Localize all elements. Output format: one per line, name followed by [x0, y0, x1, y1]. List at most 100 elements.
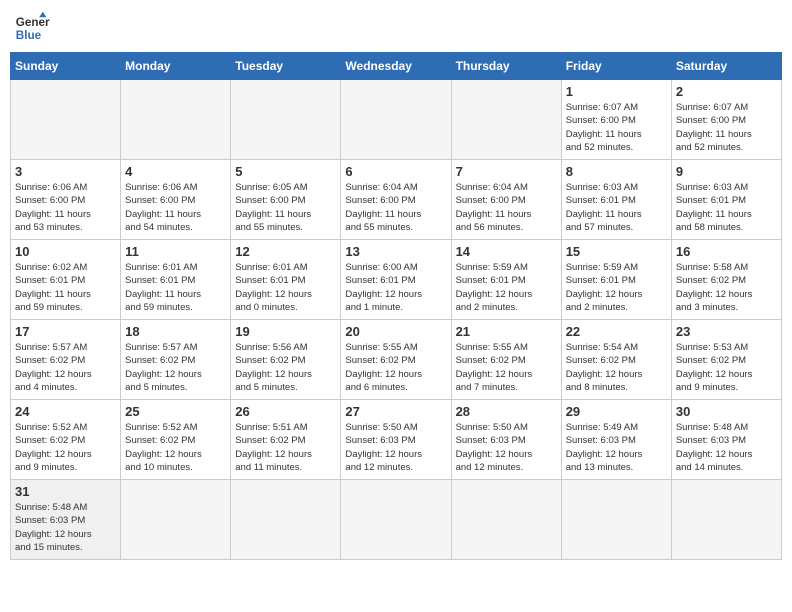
calendar-cell: 16Sunrise: 5:58 AM Sunset: 6:02 PM Dayli…: [671, 240, 781, 320]
day-number: 10: [15, 244, 116, 259]
day-header-friday: Friday: [561, 53, 671, 80]
day-number: 24: [15, 404, 116, 419]
logo-icon: General Blue: [14, 10, 50, 46]
calendar-week-row: 1Sunrise: 6:07 AM Sunset: 6:00 PM Daylig…: [11, 80, 782, 160]
day-number: 3: [15, 164, 116, 179]
day-number: 17: [15, 324, 116, 339]
calendar-cell: 14Sunrise: 5:59 AM Sunset: 6:01 PM Dayli…: [451, 240, 561, 320]
day-info: Sunrise: 5:50 AM Sunset: 6:03 PM Dayligh…: [456, 421, 557, 474]
day-info: Sunrise: 5:48 AM Sunset: 6:03 PM Dayligh…: [15, 501, 116, 554]
day-number: 15: [566, 244, 667, 259]
calendar-cell: [671, 480, 781, 560]
day-number: 23: [676, 324, 777, 339]
calendar-cell: [231, 80, 341, 160]
day-number: 18: [125, 324, 226, 339]
day-number: 20: [345, 324, 446, 339]
day-number: 31: [15, 484, 116, 499]
day-info: Sunrise: 6:00 AM Sunset: 6:01 PM Dayligh…: [345, 261, 446, 314]
day-info: Sunrise: 5:52 AM Sunset: 6:02 PM Dayligh…: [125, 421, 226, 474]
calendar-cell: 24 Sunrise: 5:52 AM Sunset: 6:02 PM Dayli…: [11, 400, 121, 480]
calendar-cell: 29 Sunrise: 5:49 AM Sunset: 6:03 PM Dayli…: [561, 400, 671, 480]
day-number: 22: [566, 324, 667, 339]
day-number: 2: [676, 84, 777, 99]
day-number: 21: [456, 324, 557, 339]
calendar-week-row: 24 Sunrise: 5:52 AM Sunset: 6:02 PM Dayli…: [11, 400, 782, 480]
calendar-cell: 6Sunrise: 6:04 AM Sunset: 6:00 PM Daylig…: [341, 160, 451, 240]
day-number: 4: [125, 164, 226, 179]
page-header: General Blue: [10, 10, 782, 46]
day-info: Sunrise: 5:58 AM Sunset: 6:02 PM Dayligh…: [676, 261, 777, 314]
day-number: 12: [235, 244, 336, 259]
day-info: Sunrise: 6:06 AM Sunset: 6:00 PM Dayligh…: [15, 181, 116, 234]
day-info: Sunrise: 5:50 AM Sunset: 6:03 PM Dayligh…: [345, 421, 446, 474]
day-info: Sunrise: 6:03 AM Sunset: 6:01 PM Dayligh…: [566, 181, 667, 234]
calendar-cell: 25 Sunrise: 5:52 AM Sunset: 6:02 PM Dayli…: [121, 400, 231, 480]
calendar-cell: 8 Sunrise: 6:03 AM Sunset: 6:01 PM Daylig…: [561, 160, 671, 240]
day-header-wednesday: Wednesday: [341, 53, 451, 80]
calendar-cell: 4 Sunrise: 6:06 AM Sunset: 6:00 PM Daylig…: [121, 160, 231, 240]
day-info: Sunrise: 5:55 AM Sunset: 6:02 PM Dayligh…: [456, 341, 557, 394]
calendar-cell: [451, 80, 561, 160]
day-info: Sunrise: 6:06 AM Sunset: 6:00 PM Dayligh…: [125, 181, 226, 234]
day-number: 7: [456, 164, 557, 179]
day-info: Sunrise: 6:05 AM Sunset: 6:00 PM Dayligh…: [235, 181, 336, 234]
day-number: 27: [345, 404, 446, 419]
day-number: 26: [235, 404, 336, 419]
day-header-saturday: Saturday: [671, 53, 781, 80]
calendar-cell: [561, 480, 671, 560]
day-info: Sunrise: 6:04 AM Sunset: 6:00 PM Dayligh…: [345, 181, 446, 234]
calendar-cell: [121, 480, 231, 560]
day-number: 13: [345, 244, 446, 259]
calendar-week-row: 10Sunrise: 6:02 AM Sunset: 6:01 PM Dayli…: [11, 240, 782, 320]
day-header-tuesday: Tuesday: [231, 53, 341, 80]
calendar-cell: [341, 80, 451, 160]
day-number: 19: [235, 324, 336, 339]
day-info: Sunrise: 5:52 AM Sunset: 6:02 PM Dayligh…: [15, 421, 116, 474]
calendar-header-row: SundayMondayTuesdayWednesdayThursdayFrid…: [11, 53, 782, 80]
day-info: Sunrise: 5:53 AM Sunset: 6:02 PM Dayligh…: [676, 341, 777, 394]
calendar-cell: 10Sunrise: 6:02 AM Sunset: 6:01 PM Dayli…: [11, 240, 121, 320]
day-number: 9: [676, 164, 777, 179]
calendar-week-row: 3 Sunrise: 6:06 AM Sunset: 6:00 PM Daylig…: [11, 160, 782, 240]
svg-text:General: General: [16, 16, 50, 29]
day-info: Sunrise: 6:03 AM Sunset: 6:01 PM Dayligh…: [676, 181, 777, 234]
day-info: Sunrise: 5:51 AM Sunset: 6:02 PM Dayligh…: [235, 421, 336, 474]
day-number: 1: [566, 84, 667, 99]
calendar-cell: 1Sunrise: 6:07 AM Sunset: 6:00 PM Daylig…: [561, 80, 671, 160]
calendar-cell: 9 Sunrise: 6:03 AM Sunset: 6:01 PM Daylig…: [671, 160, 781, 240]
day-info: Sunrise: 5:49 AM Sunset: 6:03 PM Dayligh…: [566, 421, 667, 474]
day-number: 28: [456, 404, 557, 419]
day-info: Sunrise: 5:54 AM Sunset: 6:02 PM Dayligh…: [566, 341, 667, 394]
calendar-cell: [231, 480, 341, 560]
calendar-cell: 27 Sunrise: 5:50 AM Sunset: 6:03 PM Dayli…: [341, 400, 451, 480]
calendar-cell: 11 Sunrise: 6:01 AM Sunset: 6:01 PM Dayli…: [121, 240, 231, 320]
calendar-cell: 15 Sunrise: 5:59 AM Sunset: 6:01 PM Dayli…: [561, 240, 671, 320]
calendar-cell: 31 Sunrise: 5:48 AM Sunset: 6:03 PM Dayli…: [11, 480, 121, 560]
day-number: 8: [566, 164, 667, 179]
day-number: 30: [676, 404, 777, 419]
day-number: 25: [125, 404, 226, 419]
day-info: Sunrise: 5:59 AM Sunset: 6:01 PM Dayligh…: [566, 261, 667, 314]
day-number: 11: [125, 244, 226, 259]
day-number: 14: [456, 244, 557, 259]
calendar-table: SundayMondayTuesdayWednesdayThursdayFrid…: [10, 52, 782, 560]
calendar-cell: 17Sunrise: 5:57 AM Sunset: 6:02 PM Dayli…: [11, 320, 121, 400]
calendar-week-row: 17 Sunrise: 5:57 AM Sunset: 6:02 PM Dayli…: [11, 320, 782, 400]
calendar-cell: 5Sunrise: 6:05 AM Sunset: 6:00 PM Daylig…: [231, 160, 341, 240]
calendar-cell: 3 Sunrise: 6:06 AM Sunset: 6:00 PM Daylig…: [11, 160, 121, 240]
calendar-cell: [341, 480, 451, 560]
calendar-cell: 18 Sunrise: 5:57 AM Sunset: 6:02 PM Dayli…: [121, 320, 231, 400]
calendar-cell: 23 Sunrise: 5:53 AM Sunset: 6:02 PM Dayli…: [671, 320, 781, 400]
day-header-sunday: Sunday: [11, 53, 121, 80]
calendar-cell: [121, 80, 231, 160]
day-info: Sunrise: 6:01 AM Sunset: 6:01 PM Dayligh…: [125, 261, 226, 314]
calendar-cell: [11, 80, 121, 160]
calendar-cell: [451, 480, 561, 560]
calendar-cell: 2Sunrise: 6:07 AM Sunset: 6:00 PM Daylig…: [671, 80, 781, 160]
calendar-cell: 19Sunrise: 5:56 AM Sunset: 6:02 PM Dayli…: [231, 320, 341, 400]
calendar-cell: 22 Sunrise: 5:54 AM Sunset: 6:02 PM Dayli…: [561, 320, 671, 400]
day-info: Sunrise: 5:57 AM Sunset: 6:02 PM Dayligh…: [125, 341, 226, 394]
calendar-cell: 21 Sunrise: 5:55 AM Sunset: 6:02 PM Dayli…: [451, 320, 561, 400]
day-header-monday: Monday: [121, 53, 231, 80]
day-number: 29: [566, 404, 667, 419]
